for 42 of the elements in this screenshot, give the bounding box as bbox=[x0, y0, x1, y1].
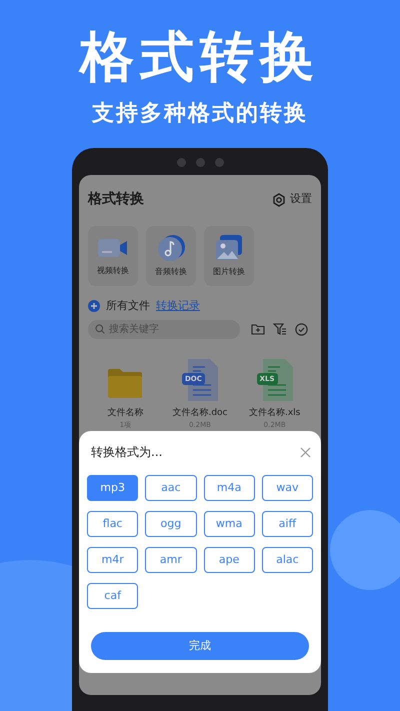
camera-icon bbox=[176, 158, 186, 167]
tool-label: 视频转换 bbox=[97, 265, 129, 277]
format-option[interactable]: m4a bbox=[204, 475, 255, 501]
tool-card[interactable]: 图片转换 bbox=[204, 226, 254, 286]
tool-label: 音频转换 bbox=[155, 266, 187, 278]
confirm-button[interactable]: 完成 bbox=[91, 632, 309, 660]
history-link[interactable]: 转换记录 bbox=[156, 298, 200, 314]
file-name[interactable]: 文件名称.doc bbox=[172, 406, 228, 420]
filter-icon[interactable] bbox=[273, 323, 287, 335]
format-option[interactable]: flac bbox=[87, 511, 138, 537]
format-option[interactable]: wma bbox=[204, 511, 255, 537]
format-option[interactable]: caf bbox=[87, 583, 138, 609]
tool-card[interactable]: 音频转换 bbox=[146, 226, 196, 286]
app-title: 格式转换 bbox=[88, 190, 144, 209]
format-option[interactable]: alac bbox=[262, 547, 313, 573]
subtitle: 支持多种格式的转换 bbox=[92, 100, 308, 128]
format-option[interactable]: wav bbox=[262, 475, 313, 501]
tool-label: 图片转换 bbox=[213, 266, 245, 278]
all-files-label: 所有文件 bbox=[106, 298, 150, 314]
settings-button[interactable]: 设置 bbox=[272, 191, 312, 208]
file-name[interactable]: 文件名称.xls bbox=[248, 406, 300, 420]
sensor-icon bbox=[214, 158, 224, 167]
format-option[interactable]: ogg bbox=[145, 511, 196, 537]
format-option[interactable]: aiff bbox=[262, 511, 313, 537]
folder-icon bbox=[107, 366, 144, 398]
picture-icon bbox=[214, 234, 244, 262]
format-option[interactable]: aac bbox=[145, 475, 196, 501]
format-option[interactable]: amr bbox=[145, 547, 196, 573]
format-option[interactable]: ape bbox=[204, 547, 255, 573]
new-folder-icon[interactable] bbox=[251, 323, 265, 335]
check-circle-icon[interactable] bbox=[295, 322, 308, 336]
camera-icon bbox=[196, 158, 204, 167]
add-icon[interactable] bbox=[88, 300, 100, 312]
format-option[interactable]: mp3 bbox=[87, 475, 138, 501]
file-name[interactable]: 文件名称 bbox=[107, 406, 144, 420]
tool-card[interactable]: 视频转换 bbox=[88, 226, 138, 286]
format-option[interactable]: m4r bbox=[87, 547, 138, 573]
headline: 格式转换 bbox=[80, 26, 320, 88]
settings-icon bbox=[272, 192, 286, 206]
music-note-icon bbox=[156, 234, 186, 262]
close-icon[interactable] bbox=[300, 446, 311, 458]
sheet-title: 转换格式为... bbox=[91, 444, 162, 461]
